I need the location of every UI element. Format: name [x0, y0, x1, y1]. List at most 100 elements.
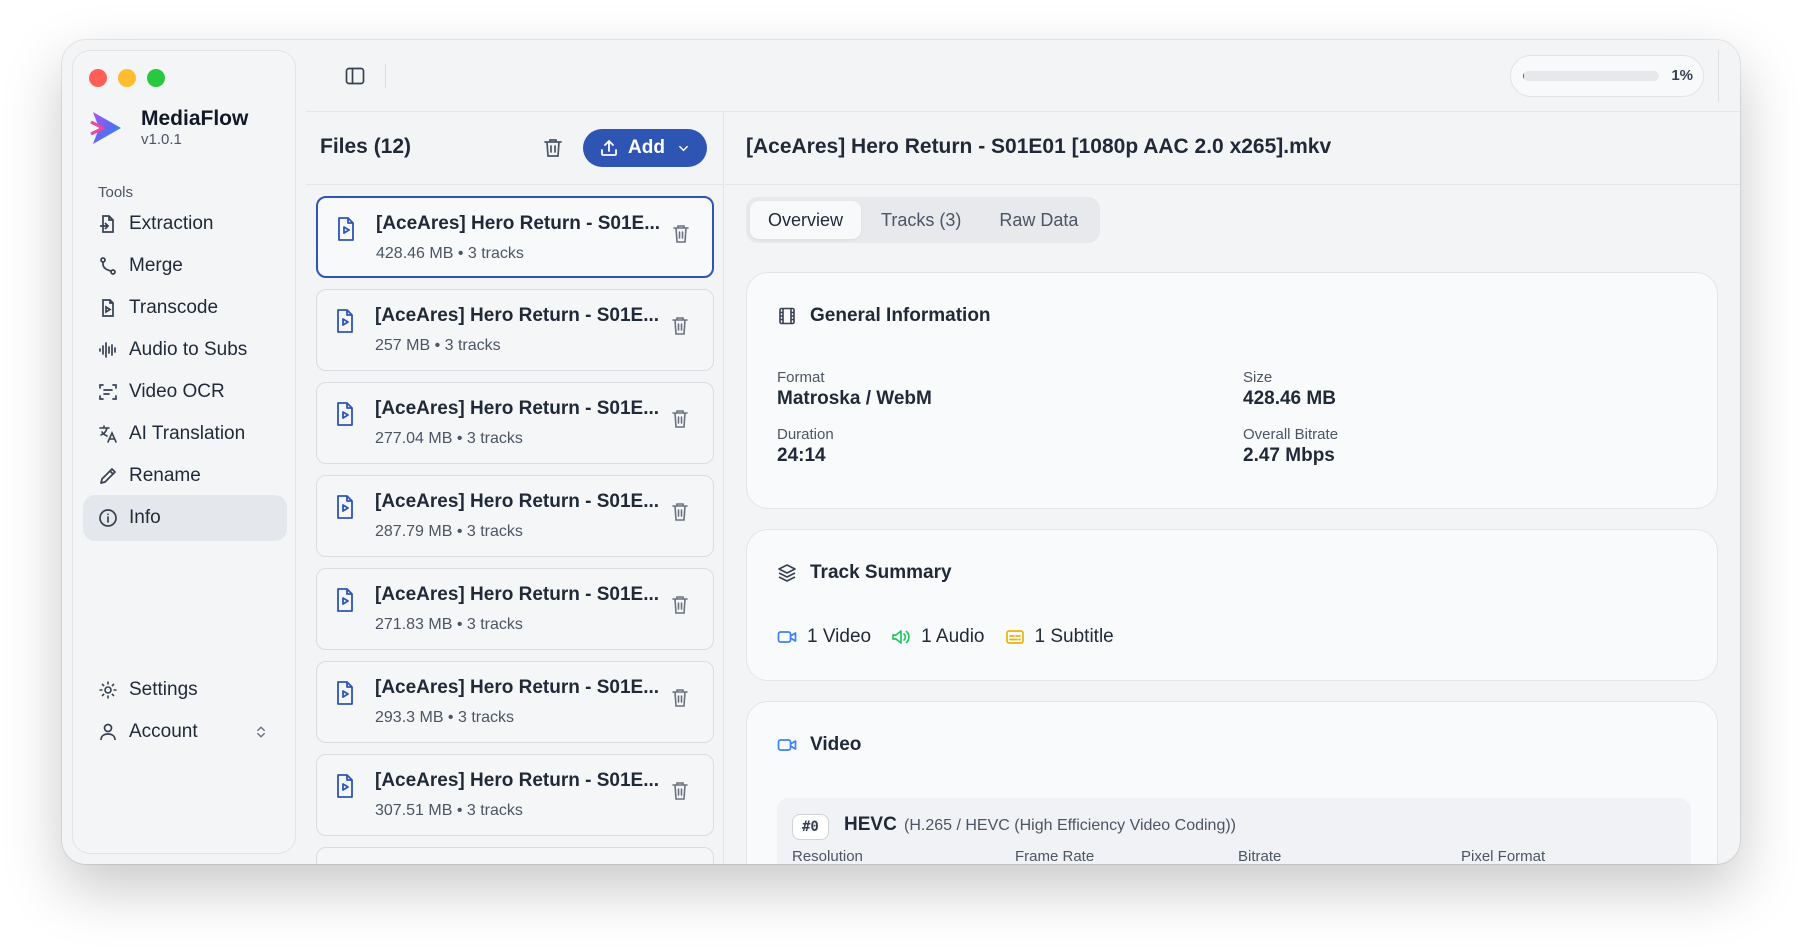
progress-percent: 1% — [1671, 67, 1693, 84]
settings-label: Settings — [129, 679, 198, 700]
speaker-icon — [892, 630, 910, 644]
bitrate-value: 2.47 Mbps — [1243, 445, 1335, 466]
file-meta: 271.83 MB • 3 tracks — [375, 616, 523, 633]
file-name: [AceAres] Hero Return - S01E... — [375, 398, 660, 419]
file-item[interactable]: [AceAres] Hero Return - S01E... 277.04 M… — [316, 382, 714, 464]
duration-label: Duration — [777, 426, 834, 443]
file-item[interactable]: [AceAres] Hero Return - S01E... 307.51 M… — [316, 754, 714, 836]
delete-file-trash-icon[interactable] — [670, 408, 690, 430]
track-summary-card: Track Summary 1 Video 1 Audio 1 Subtitle — [746, 529, 1718, 681]
file-item[interactable]: [AceAres] Hero Return - S01E... 287.79 M… — [316, 475, 714, 557]
video-stream: #0 HEVC (H.265 / HEVC (High Efficiency V… — [777, 798, 1691, 864]
delete-file-trash-icon[interactable] — [670, 780, 690, 802]
file-item[interactable]: [AceAres] Hero Return - S01E... 257 MB •… — [316, 289, 714, 371]
stream-codec: HEVC — [844, 814, 897, 835]
file-meta: 307.51 MB • 3 tracks — [375, 802, 523, 819]
size-field: Size 428.46 MB — [1243, 369, 1673, 411]
brand: MediaFlow v1.0.1 — [89, 107, 248, 148]
upload-icon — [601, 140, 617, 156]
stream-codec-description: (H.265 / HEVC (High Efficiency Video Cod… — [904, 817, 1236, 834]
account-label: Account — [129, 721, 198, 742]
stream-index-badge: #0 — [792, 814, 829, 840]
toolbar-divider — [385, 64, 386, 88]
resolution-label: Resolution — [792, 848, 863, 864]
subtitles-icon — [1005, 630, 1024, 644]
selected-file-title: [AceAres] Hero Return - S01E01 [1080p AA… — [746, 135, 1332, 158]
bitrate-field: Overall Bitrate 2.47 Mbps — [1243, 426, 1673, 468]
file-meta: 293.3 MB • 3 tracks — [375, 709, 514, 726]
file-meta: 287.79 MB • 3 tracks — [375, 523, 523, 540]
format-label: Format — [777, 369, 825, 386]
zoom-window-button[interactable] — [147, 69, 165, 87]
delete-file-trash-icon[interactable] — [670, 687, 690, 709]
detail-header: [AceAres] Hero Return - S01E01 [1080p AA… — [725, 112, 1740, 185]
audio-count: 1 Audio — [891, 626, 985, 648]
delete-file-trash-icon[interactable] — [670, 315, 690, 337]
merge-icon — [100, 257, 116, 275]
sidebar-toggle-icon[interactable] — [344, 65, 366, 87]
sidebar-item-label: AI Translation — [129, 423, 246, 444]
sidebar-item-label: Transcode — [129, 297, 219, 318]
sidebar-item-label: Info — [129, 507, 161, 528]
detail-tabs: Overview Tracks (3) Raw Data — [746, 197, 1101, 243]
tools-section-label: Tools — [98, 184, 134, 201]
format-value: Matroska / WebM — [777, 388, 932, 409]
tab-raw-data[interactable]: Raw Data — [981, 201, 1096, 239]
minimize-window-button[interactable] — [118, 69, 136, 87]
file-name: [AceAres] Hero Return - S01E... — [375, 305, 660, 326]
sidebar-item-label: Audio to Subs — [129, 339, 248, 360]
info-icon — [99, 509, 117, 527]
sidebar-item-video-ocr[interactable]: Video OCR — [83, 369, 287, 415]
file-item[interactable]: [AceAres] Hero Return - S01E... 293.3 MB… — [316, 661, 714, 743]
file-meta: 428.46 MB • 3 tracks — [376, 245, 524, 262]
add-files-button[interactable]: Add — [583, 129, 707, 167]
pencil-icon — [100, 468, 116, 484]
sidebar-item-merge[interactable]: Merge — [83, 243, 287, 289]
general-info-card: General Information Format Matroska / We… — [746, 272, 1718, 509]
file-item[interactable]: [AceAres] Hero Return - S01E... 271.83 M… — [316, 568, 714, 650]
app-window: MediaFlow v1.0.1 Tools Extraction Merge … — [62, 40, 1740, 864]
tab-overview[interactable]: Overview — [750, 201, 862, 239]
sidebar-item-audio-to-subs[interactable]: Audio to Subs — [83, 327, 287, 373]
sidebar-item-transcode[interactable]: Transcode — [83, 285, 287, 331]
add-button-label: Add — [628, 137, 665, 158]
sidebar-item-extraction[interactable]: Extraction — [83, 201, 287, 247]
sidebar-item-label: Merge — [129, 255, 183, 276]
delete-file-trash-icon[interactable] — [670, 594, 690, 616]
video-file-icon — [337, 588, 353, 612]
app-logo-icon — [90, 111, 121, 144]
bitrate-label: Overall Bitrate — [1243, 426, 1339, 443]
file-name: [AceAres] Hero Return - S01E... — [375, 491, 660, 512]
file-item-partial[interactable] — [316, 847, 714, 864]
clear-all-trash-icon[interactable] — [542, 137, 564, 159]
window-controls — [89, 69, 165, 87]
file-name: [AceAres] Hero Return - S01E... — [375, 584, 660, 605]
sidebar-item-info[interactable]: Info — [83, 495, 287, 541]
app-name: MediaFlow — [141, 107, 249, 130]
global-progress: 1% — [1510, 55, 1704, 97]
card-title-text: Track Summary — [810, 562, 952, 583]
tab-tracks[interactable]: Tracks (3) — [863, 201, 979, 239]
sidebar-item-ai-translation[interactable]: AI Translation — [83, 411, 287, 457]
delete-file-trash-icon[interactable] — [671, 223, 691, 245]
track-summary-row: 1 Video 1 Audio 1 Subtitle — [777, 626, 1114, 648]
user-icon — [100, 723, 116, 741]
sidebar-item-rename[interactable]: Rename — [83, 453, 287, 499]
file-meta: 257 MB • 3 tracks — [375, 337, 501, 354]
sidebar: MediaFlow v1.0.1 Tools Extraction Merge … — [72, 50, 296, 854]
file-item[interactable]: [AceAres] Hero Return - S01E... 428.46 M… — [316, 196, 714, 278]
close-window-button[interactable] — [89, 69, 107, 87]
bitrate-label: Bitrate — [1238, 848, 1282, 864]
detail-panel: [AceAres] Hero Return - S01E01 [1080p AA… — [725, 112, 1740, 864]
account-menu[interactable]: Account — [83, 709, 287, 755]
file-name: [AceAres] Hero Return - S01E... — [375, 770, 660, 791]
extraction-icon — [100, 215, 114, 233]
card-title-text: Video — [810, 734, 862, 755]
sidebar-item-settings[interactable]: Settings — [83, 667, 287, 713]
general-info-title: General Information — [777, 305, 991, 327]
transcode-icon — [102, 299, 114, 317]
duration-field: Duration 24:14 — [777, 426, 1243, 468]
delete-file-trash-icon[interactable] — [670, 501, 690, 523]
waveform-icon — [99, 342, 116, 358]
files-panel: Files (12) Add [AceAres] Hero Return - S… — [306, 112, 724, 864]
